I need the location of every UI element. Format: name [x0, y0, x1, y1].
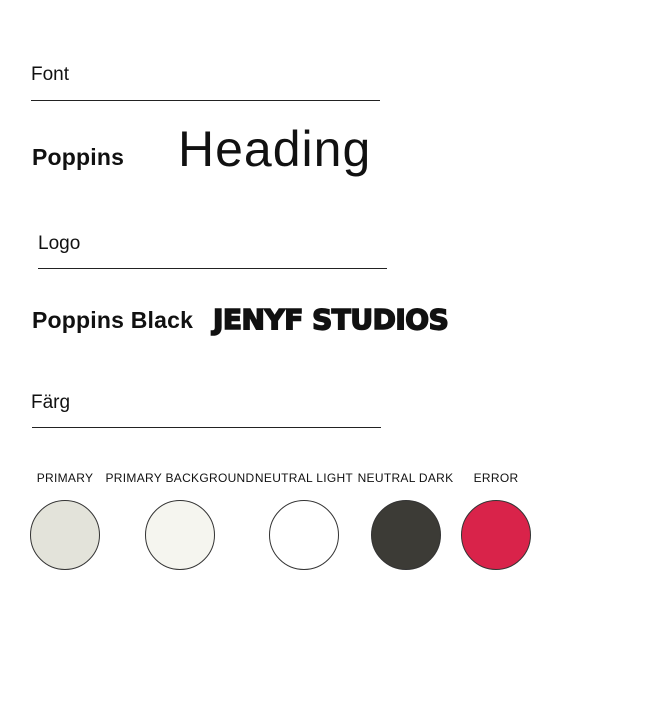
- font-section-divider: [31, 100, 380, 101]
- swatch-label: PRIMARY: [36, 471, 94, 485]
- color-circle: [30, 500, 100, 570]
- color-circle: [145, 500, 215, 570]
- swatch-label: PRIMARY BACKGROUND: [105, 471, 255, 485]
- swatch-primary: PRIMARY: [15, 470, 115, 570]
- swatch-label: NEUTRAL DARK: [357, 471, 454, 485]
- swatch-neutral-light: NEUTRAL LIGHT: [244, 470, 364, 570]
- swatch-label: ERROR: [473, 471, 519, 485]
- swatch-label: NEUTRAL LIGHT: [254, 471, 354, 485]
- font-section-label: Font: [31, 64, 70, 85]
- color-circle: [370, 500, 441, 570]
- swatch-primary-background: PRIMARY BACKGROUND: [105, 470, 255, 570]
- logo-section-divider: [38, 268, 387, 269]
- heading-font-name: Poppins: [32, 144, 125, 170]
- color-section-divider: [32, 427, 381, 428]
- swatch-error: ERROR: [446, 470, 546, 570]
- logo-wordmark: JENYF STUDIOS: [212, 302, 449, 337]
- logo-font-name: Poppins Black: [32, 307, 194, 333]
- swatch-neutral-dark: NEUTRAL DARK: [350, 470, 461, 570]
- color-circle: [461, 500, 531, 570]
- heading-font-sample: Heading: [178, 121, 372, 177]
- logo-section-label: Logo: [38, 233, 81, 254]
- color-section-label: Färg: [31, 392, 71, 413]
- color-circle: [269, 500, 339, 570]
